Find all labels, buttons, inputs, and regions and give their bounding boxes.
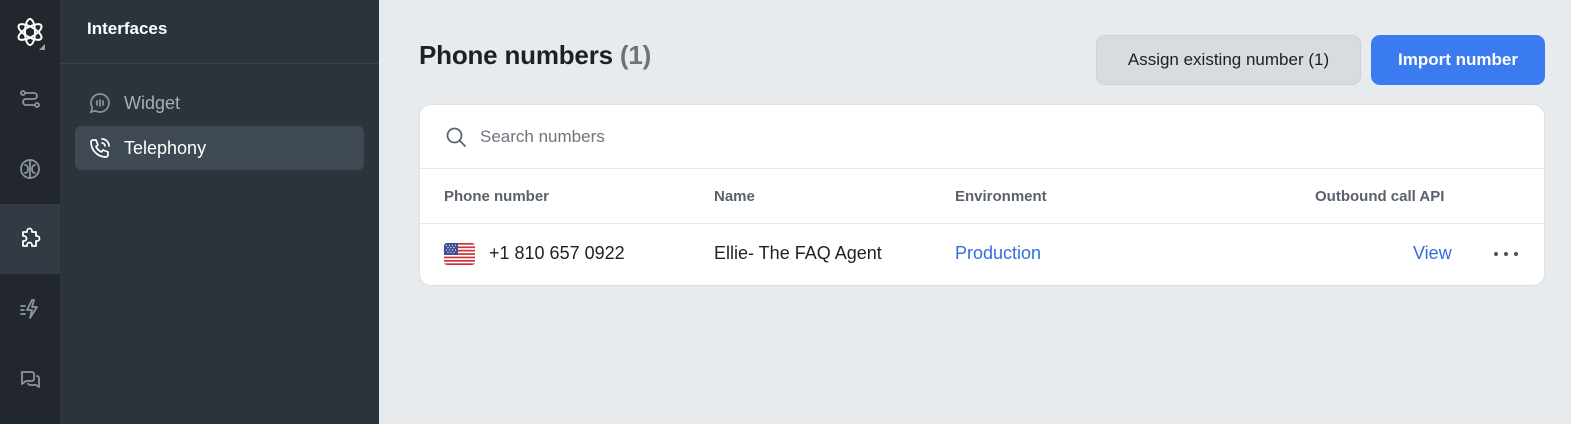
column-header-name: Name bbox=[714, 188, 755, 205]
app-logo[interactable] bbox=[0, 0, 60, 64]
page-title-count: (1) bbox=[619, 40, 652, 70]
column-header-phone-number: Phone number bbox=[444, 188, 550, 205]
sidebar-item-telephony[interactable]: Telephony bbox=[75, 126, 364, 170]
table-row[interactable]: +1 810 657 0922 Ellie- The FAQ Agent Pro… bbox=[420, 224, 1544, 285]
rail-item-integrations[interactable] bbox=[0, 204, 60, 274]
chat-bubble-icon bbox=[87, 90, 113, 116]
logo-corner-indicator bbox=[39, 44, 45, 50]
rail-item-flows[interactable] bbox=[0, 64, 60, 134]
phone-numbers-card: Phone number Name Environment Outbound c… bbox=[419, 104, 1545, 286]
sidebar-item-widget[interactable]: Widget bbox=[75, 81, 364, 125]
search-icon bbox=[446, 127, 466, 147]
puzzle-icon bbox=[22, 227, 41, 247]
rail-item-knowledge[interactable] bbox=[0, 134, 60, 204]
name-cell: Ellie- The FAQ Agent bbox=[714, 243, 882, 263]
page-title-text: Phone numbers bbox=[419, 40, 613, 70]
lightning-icon bbox=[20, 299, 38, 319]
environment-link[interactable]: Production bbox=[955, 243, 1041, 264]
phone-call-icon bbox=[87, 135, 113, 161]
page-title: Phone numbers (1) bbox=[419, 40, 651, 71]
column-header-environment: Environment bbox=[955, 188, 1047, 205]
import-number-button[interactable]: Import number bbox=[1371, 35, 1545, 85]
main-content: Phone numbers (1) Assign existing number… bbox=[379, 0, 1571, 424]
rail-item-actions[interactable] bbox=[0, 274, 60, 344]
conversations-icon bbox=[20, 371, 40, 388]
flow-icon bbox=[20, 90, 40, 108]
assign-existing-number-button[interactable]: Assign existing number (1) bbox=[1096, 35, 1361, 85]
brain-icon bbox=[20, 159, 40, 179]
us-flag-icon bbox=[444, 243, 475, 265]
rail-item-conversations[interactable] bbox=[0, 344, 60, 414]
more-options-icon[interactable] bbox=[1494, 244, 1518, 264]
sidebar-section-title: Interfaces bbox=[60, 0, 379, 64]
search-bar bbox=[420, 105, 1544, 169]
column-header-outbound-call-api: Outbound call API bbox=[1315, 188, 1445, 205]
search-input[interactable] bbox=[480, 126, 1080, 147]
sidebar-item-label: Telephony bbox=[124, 137, 207, 158]
table-header: Phone number Name Environment Outbound c… bbox=[420, 169, 1544, 224]
sidebar-item-label: Widget bbox=[124, 92, 181, 113]
outbound-call-api-view-link[interactable]: View bbox=[1413, 243, 1452, 264]
icon-rail bbox=[0, 0, 60, 424]
phone-number-cell: +1 810 657 0922 bbox=[489, 243, 625, 263]
interfaces-sidebar: Interfaces Widget Telephony bbox=[60, 0, 379, 424]
